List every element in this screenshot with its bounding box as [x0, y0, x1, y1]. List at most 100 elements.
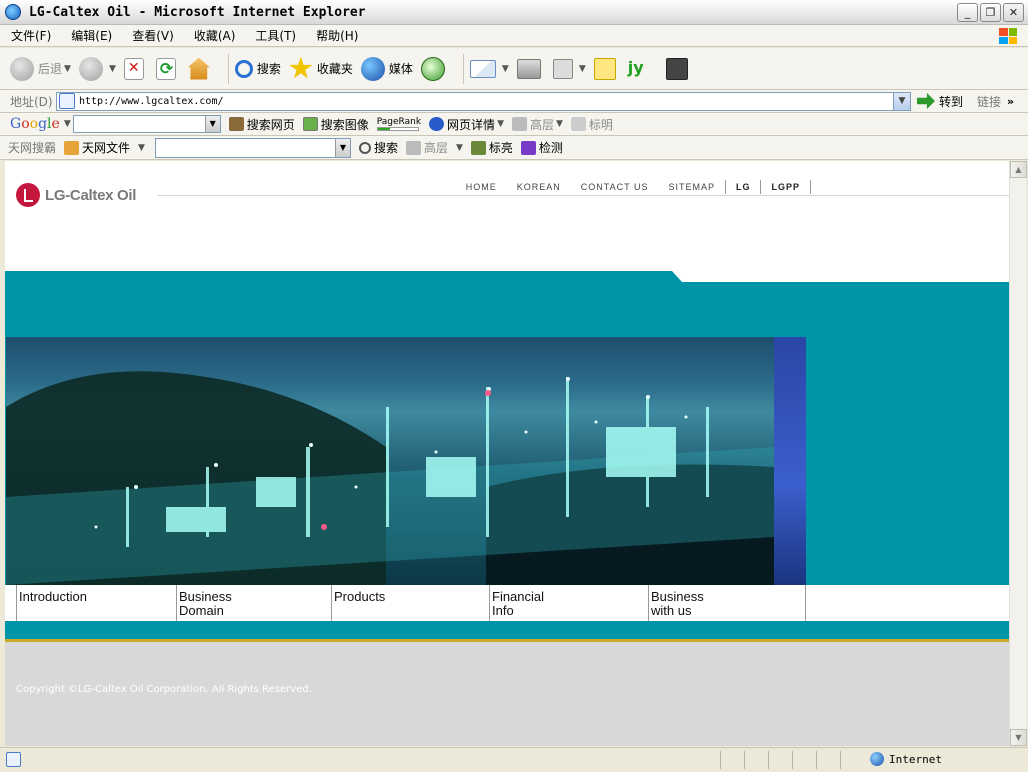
windows-logo-icon: [994, 26, 1022, 46]
menu-help[interactable]: 帮助(H): [305, 27, 367, 44]
search-web-button[interactable]: 搜索网页: [228, 116, 295, 133]
print-button[interactable]: [516, 58, 545, 79]
note-button[interactable]: [593, 57, 620, 80]
check-button[interactable]: 检测: [520, 139, 563, 156]
highlight-button[interactable]: 高层 ▼: [511, 116, 563, 133]
maximize-button[interactable]: ❐: [980, 3, 1001, 22]
jy-icon: jy: [627, 57, 644, 77]
history-icon: [420, 56, 445, 81]
window-controls: _ ❐ ✕: [957, 3, 1024, 22]
status-pane: [744, 751, 768, 769]
stop-button[interactable]: [123, 57, 148, 80]
minimize-button[interactable]: _: [957, 3, 978, 22]
page-info-label: 网页详情: [447, 117, 496, 132]
go-arrow-icon: [917, 93, 935, 109]
history-button[interactable]: [420, 56, 449, 81]
chevron-down-icon[interactable]: ▼: [556, 119, 563, 129]
menu-edit[interactable]: 编辑(E): [60, 27, 121, 44]
section-business-with-us[interactable]: Business with us: [648, 585, 805, 621]
tianwang-label: 天网搜霸: [8, 141, 57, 155]
scroll-up-icon[interactable]: ▲: [1010, 161, 1027, 178]
zone-label: Internet: [889, 752, 942, 766]
menu-view[interactable]: 查看(V): [121, 27, 183, 44]
chevron-down-icon[interactable]: ▼: [456, 143, 463, 153]
page-info-button[interactable]: 网页详情 ▼: [429, 116, 504, 133]
chevron-down-icon[interactable]: ▼: [64, 119, 71, 129]
page-viewport: LG-Caltex Oil HOME KOREAN CONTACT US SIT…: [5, 161, 1009, 746]
chevron-right-icon[interactable]: »: [1007, 95, 1014, 108]
chevron-down-icon[interactable]: ▼: [334, 138, 350, 157]
chevron-down-icon[interactable]: ▼: [204, 116, 220, 132]
menu-file[interactable]: 文件(F): [0, 27, 60, 44]
star-icon: [289, 56, 313, 79]
section-label: Introduction: [19, 589, 87, 604]
chevron-down-icon[interactable]: ▼: [502, 64, 509, 74]
media-button[interactable]: 媒体: [360, 56, 413, 81]
favorites-button[interactable]: 收藏夹: [289, 56, 353, 81]
filmstrip-button[interactable]: [665, 57, 692, 80]
nav-sitemap[interactable]: SITEMAP: [658, 182, 725, 192]
chevron-down-icon[interactable]: ▼: [579, 64, 586, 74]
jy-button[interactable]: jy: [628, 58, 658, 80]
back-button[interactable]: 后退 ▼: [10, 56, 71, 81]
chevron-down-icon[interactable]: ▼: [109, 64, 116, 74]
note-icon: [593, 57, 616, 80]
folder-icon: [405, 140, 421, 155]
page-icon: [59, 93, 75, 109]
links-label[interactable]: 链接: [977, 93, 1001, 110]
chevron-down-icon[interactable]: ▼: [64, 64, 71, 74]
mail-button[interactable]: ▼: [469, 59, 509, 78]
google-logo[interactable]: Google: [10, 116, 60, 132]
chevron-down-icon[interactable]: ▼: [138, 143, 145, 153]
nav-home[interactable]: HOME: [456, 182, 507, 192]
section-financial-info[interactable]: Financial Info: [489, 585, 648, 621]
tianwang-search-button[interactable]: 搜索: [358, 139, 398, 156]
vertical-scrollbar[interactable]: ▲ ▼: [1009, 161, 1027, 746]
forward-button[interactable]: ▼: [78, 56, 116, 81]
home-button[interactable]: [187, 57, 214, 80]
bright-button[interactable]: 标亮: [470, 139, 513, 156]
close-button[interactable]: ✕: [1003, 3, 1024, 22]
edit-button[interactable]: ▼: [552, 58, 586, 79]
search-icon: [234, 59, 253, 78]
nav-contact-us[interactable]: CONTACT US: [571, 182, 659, 192]
menu-favorites[interactable]: 收藏(A): [183, 27, 245, 44]
pagerank-meter[interactable]: PageRank: [376, 117, 422, 131]
mark-button[interactable]: 标明: [570, 116, 613, 133]
scroll-down-icon[interactable]: ▼: [1010, 729, 1027, 746]
status-pane: [840, 751, 864, 769]
chevron-down-icon[interactable]: ▼: [893, 92, 910, 110]
mail-icon: [469, 59, 496, 78]
tianwang-files-button[interactable]: 天网文件 ▼: [64, 139, 145, 156]
google-search-input[interactable]: ▼: [72, 115, 221, 133]
nav-lgpp[interactable]: LGPP: [761, 182, 810, 192]
go-button[interactable]: 转到: [917, 93, 963, 110]
section-products[interactable]: Products: [331, 585, 489, 621]
address-url[interactable]: http://www.lgcaltex.com/: [79, 96, 224, 107]
address-input[interactable]: http://www.lgcaltex.com/ ▼: [56, 91, 911, 111]
refresh-button[interactable]: [155, 57, 180, 80]
tianwang-search-input[interactable]: ▼: [154, 137, 351, 158]
tianwang-highlight-button[interactable]: 高层 ▼: [405, 139, 463, 156]
section-business-domain[interactable]: Business Domain: [176, 585, 331, 621]
media-label: 媒体: [388, 62, 413, 76]
chevron-down-icon[interactable]: ▼: [497, 119, 504, 129]
pagerank-label: PageRank: [376, 117, 422, 127]
media-icon: [360, 56, 385, 81]
tianwang-toolbar: 天网搜霸 天网文件 ▼ ▼ 搜索 高层 ▼ 标亮 检测: [0, 136, 1028, 160]
copyright-text: Copyright ©LG-Caltex Oil Corporation. Al…: [16, 684, 312, 695]
status-pane: [816, 751, 840, 769]
nav-korean[interactable]: KOREAN: [507, 182, 571, 192]
search-button[interactable]: 搜索: [234, 59, 281, 78]
section-nav-blank: [806, 585, 1009, 621]
home-icon: [64, 140, 80, 155]
refinery-illustration: [6, 371, 774, 585]
section-nav-spacer: [5, 585, 16, 621]
forward-arrow-icon: [78, 56, 103, 81]
stop-icon: [123, 57, 144, 80]
lg-caltex-logo[interactable]: LG-Caltex Oil: [16, 183, 136, 207]
nav-lg[interactable]: LG: [726, 182, 761, 192]
search-images-button[interactable]: 搜索图像: [302, 116, 369, 133]
section-introduction[interactable]: Introduction: [16, 585, 176, 621]
menu-tools[interactable]: 工具(T): [244, 27, 305, 44]
